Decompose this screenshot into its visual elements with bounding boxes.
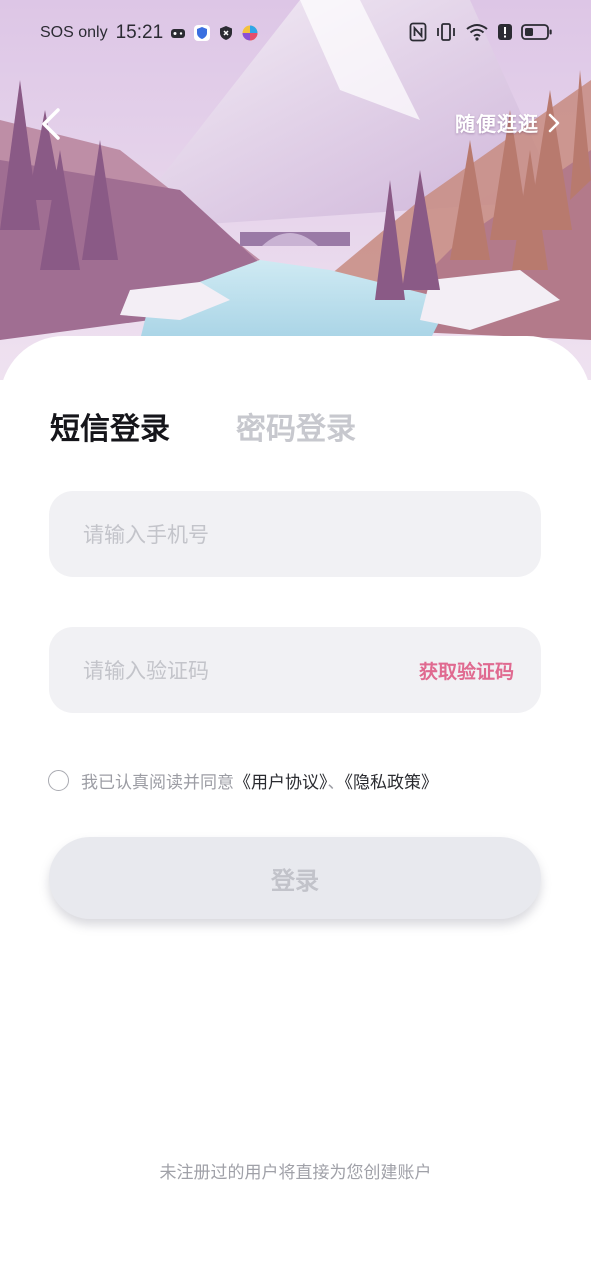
tab-sms-login[interactable]: 短信登录 [50,404,170,448]
verification-code-input[interactable] [81,627,385,715]
clock-time: 15:21 [115,22,164,43]
status-bar: SOS only 15:21 [0,0,591,66]
agreement-checkbox[interactable] [48,770,69,791]
game-icon [171,29,186,38]
tab-sms-login-label: 短信登录 [50,412,170,447]
chevron-left-icon [42,108,60,140]
login-button[interactable]: 登录 [49,837,541,919]
privacy-policy-link[interactable]: 《隐私政策》 [345,773,439,793]
back-button[interactable] [34,104,70,144]
security-icon [220,26,233,40]
browse-label: 随便逛逛 [455,112,539,136]
vibrate-icon [437,23,455,41]
nfc-icon [409,22,427,42]
wifi-icon [466,24,488,41]
battery-icon [521,24,552,40]
get-code-button[interactable]: 获取验证码 [419,657,514,684]
code-field: 获取验证码 [49,627,541,715]
phone-field [49,491,541,579]
agreement-prefix: 我已认真阅读并同意 [81,773,234,793]
shield-icon [194,25,211,41]
agreement-separator: 、 [327,773,345,793]
phone-input[interactable] [81,491,385,579]
login-card: 短信登录 密码登录 获取验证码 我已认真阅读并同意《用户协议》、《隐私政策》 登… [0,336,591,1280]
alert-icon [498,24,512,40]
user-agreement-link[interactable]: 《用户协议》 [234,773,328,793]
agreement-row: 我已认真阅读并同意《用户协议》、《隐私政策》 [48,768,438,793]
footer-note: 未注册过的用户将直接为您创建账户 [159,1163,432,1183]
colorful-app-icon [242,25,258,41]
tab-password-login-label: 密码登录 [236,412,356,447]
browse-button[interactable]: 随便逛逛 [455,108,561,137]
tab-password-login[interactable]: 密码登录 [236,404,356,448]
chevron-right-icon [548,113,560,132]
login-tabs: 短信登录 密码登录 [50,404,356,448]
carrier-label: SOS only [40,24,108,41]
